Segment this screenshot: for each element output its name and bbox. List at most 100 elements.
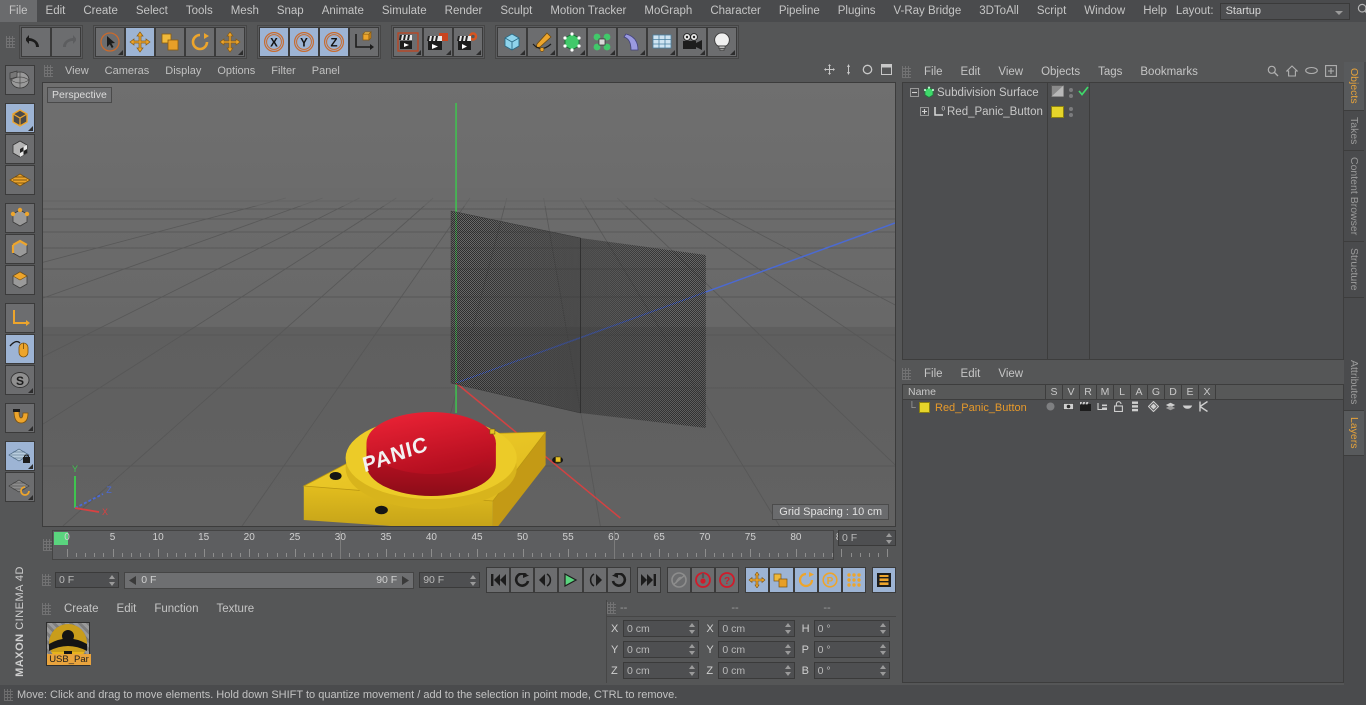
coord-size-y-field[interactable]: 0 cm [718, 641, 795, 658]
step-back-icon[interactable] [534, 567, 559, 593]
layer-menu-view[interactable]: View [989, 364, 1032, 384]
viewport-menu-panel[interactable]: Panel [304, 62, 348, 80]
record-keyframe-icon[interactable] [690, 567, 716, 593]
bend-deformer-icon[interactable] [617, 27, 647, 57]
timeline-grip[interactable] [42, 530, 52, 560]
viewport-move-icon[interactable] [824, 64, 835, 78]
axis-modify-icon[interactable] [5, 303, 35, 333]
material-menubar-grip[interactable] [42, 603, 51, 615]
status-bar-grip[interactable] [4, 689, 13, 701]
layer-menu-file[interactable]: File [915, 364, 952, 384]
object-row-subdivision-surface[interactable]: Subdivision Surface [903, 83, 1343, 102]
timeline-frame-field[interactable]: 0 F [838, 530, 896, 546]
enabled-check-icon[interactable] [1078, 86, 1089, 99]
key-scale-icon[interactable] [769, 567, 794, 593]
deformer-icon[interactable] [1165, 402, 1182, 414]
step-forward-icon[interactable] [582, 567, 607, 593]
viewport-maximize-icon[interactable] [881, 64, 892, 78]
animation-icon[interactable] [1131, 401, 1148, 415]
render-to-picture-viewer-icon[interactable] [423, 27, 453, 57]
texture-mode-icon[interactable] [5, 134, 35, 164]
go-to-start-icon[interactable] [485, 567, 511, 593]
spinner-icon[interactable] [784, 665, 791, 676]
perspective-viewport[interactable]: Perspective PANIC Y Z X Grid Spacing: 1… [42, 82, 896, 527]
viewport-solo-mouse-icon[interactable] [5, 334, 35, 364]
floor-environment-icon[interactable] [647, 27, 677, 57]
menu-item-simulate[interactable]: Simulate [373, 0, 436, 22]
soft-selection-icon[interactable]: S [5, 365, 35, 395]
move-alt-icon[interactable] [215, 27, 245, 57]
spinner-icon[interactable] [689, 665, 696, 676]
viewport-menu-filter[interactable]: Filter [263, 62, 303, 80]
menu-item-mograph[interactable]: MoGraph [635, 0, 701, 22]
points-grid-icon[interactable] [5, 165, 35, 195]
menu-item-character[interactable]: Character [701, 0, 770, 22]
tab-objects[interactable]: Objects [1344, 62, 1364, 111]
object-tags-subdivision-surface[interactable] [1051, 83, 1091, 102]
spinner-icon[interactable] [689, 623, 696, 634]
menu-item-snap[interactable]: Snap [268, 0, 313, 22]
layer-menu-edit[interactable]: Edit [952, 364, 990, 384]
render-view-icon[interactable] [393, 27, 423, 57]
menu-item-select[interactable]: Select [127, 0, 177, 22]
viewport-menu-display[interactable]: Display [157, 62, 209, 80]
material-menu-function[interactable]: Function [145, 600, 207, 618]
material-menu-texture[interactable]: Texture [207, 600, 263, 618]
coord-pos-y-field[interactable]: 0 cm [623, 641, 700, 658]
light-icon[interactable] [707, 27, 737, 57]
menu-item-tools[interactable]: Tools [177, 0, 222, 22]
play-icon[interactable] [558, 567, 583, 593]
menu-item-motion-tracker[interactable]: Motion Tracker [541, 0, 635, 22]
search-icon[interactable] [1357, 3, 1366, 19]
edge-mode-icon[interactable] [5, 234, 35, 264]
spinner-icon[interactable] [784, 623, 791, 634]
point-mode-icon[interactable] [5, 203, 35, 233]
next-keyframe-icon[interactable] [606, 567, 631, 593]
spinner-icon[interactable] [109, 575, 116, 586]
select-cursor-icon[interactable] [95, 27, 125, 57]
move-icon[interactable] [125, 27, 155, 57]
tab-layers[interactable]: Layers [1344, 411, 1364, 456]
menu-item-3dtoall[interactable]: 3DToAll [970, 0, 1028, 22]
workplane-rotate-icon[interactable] [5, 472, 35, 502]
spinner-icon[interactable] [879, 623, 886, 634]
expression-icon[interactable] [1182, 402, 1199, 414]
spinner-icon[interactable] [879, 665, 886, 676]
world-coordinates-icon[interactable] [349, 27, 379, 57]
layer-color-swatch[interactable] [919, 402, 930, 413]
object-menu-view[interactable]: View [989, 62, 1032, 82]
manager-icon[interactable] [1097, 402, 1114, 414]
go-to-end-icon[interactable] [636, 567, 661, 593]
coordinates-grip[interactable] [607, 602, 616, 614]
tab-content-browser[interactable]: Content Browser [1344, 151, 1364, 243]
current-frame-field[interactable]: 0 F [55, 572, 120, 588]
undo-icon[interactable] [21, 27, 51, 57]
viewport-menu-view[interactable]: View [57, 62, 97, 80]
polygon-mode-icon[interactable] [5, 265, 35, 295]
home-icon[interactable] [1285, 64, 1299, 80]
spinner-icon[interactable] [886, 533, 892, 544]
preview-range-slider[interactable]: 0 F 90 F [124, 571, 415, 589]
object-menu-file[interactable]: File [915, 62, 952, 82]
menu-item-vray-bridge[interactable]: V-Ray Bridge [884, 0, 970, 22]
render-settings-icon[interactable] [453, 27, 483, 57]
toolbar-grip[interactable] [6, 36, 15, 48]
object-menu-edit[interactable]: Edit [952, 62, 990, 82]
object-row-red-panic-button[interactable]: 0 Red_Panic_Button [903, 102, 1343, 121]
menu-item-create[interactable]: Create [74, 0, 127, 22]
layer-row[interactable]: └ Red_Panic_Button [903, 400, 1343, 415]
generator-icon[interactable] [557, 27, 587, 57]
axis-y-icon[interactable]: Y [289, 27, 319, 57]
array-icon[interactable] [587, 27, 617, 57]
layer-list[interactable]: Name S V R M L A G D E X └ Red_Panic_But… [902, 384, 1344, 683]
object-mode-icon[interactable] [5, 103, 35, 133]
end-frame-field[interactable]: 90 F [419, 572, 480, 588]
material-menu-edit[interactable]: Edit [108, 600, 146, 618]
axis-x-icon[interactable]: X [259, 27, 289, 57]
object-manager-grip[interactable] [902, 66, 911, 78]
menu-item-window[interactable]: Window [1075, 0, 1134, 22]
coord-pos-z-field[interactable]: 0 cm [623, 662, 700, 679]
viewport-scale-icon[interactable] [843, 64, 854, 78]
coord-rot-h-field[interactable]: 0 ° [813, 620, 890, 637]
key-parameter-icon[interactable]: P [817, 567, 842, 593]
